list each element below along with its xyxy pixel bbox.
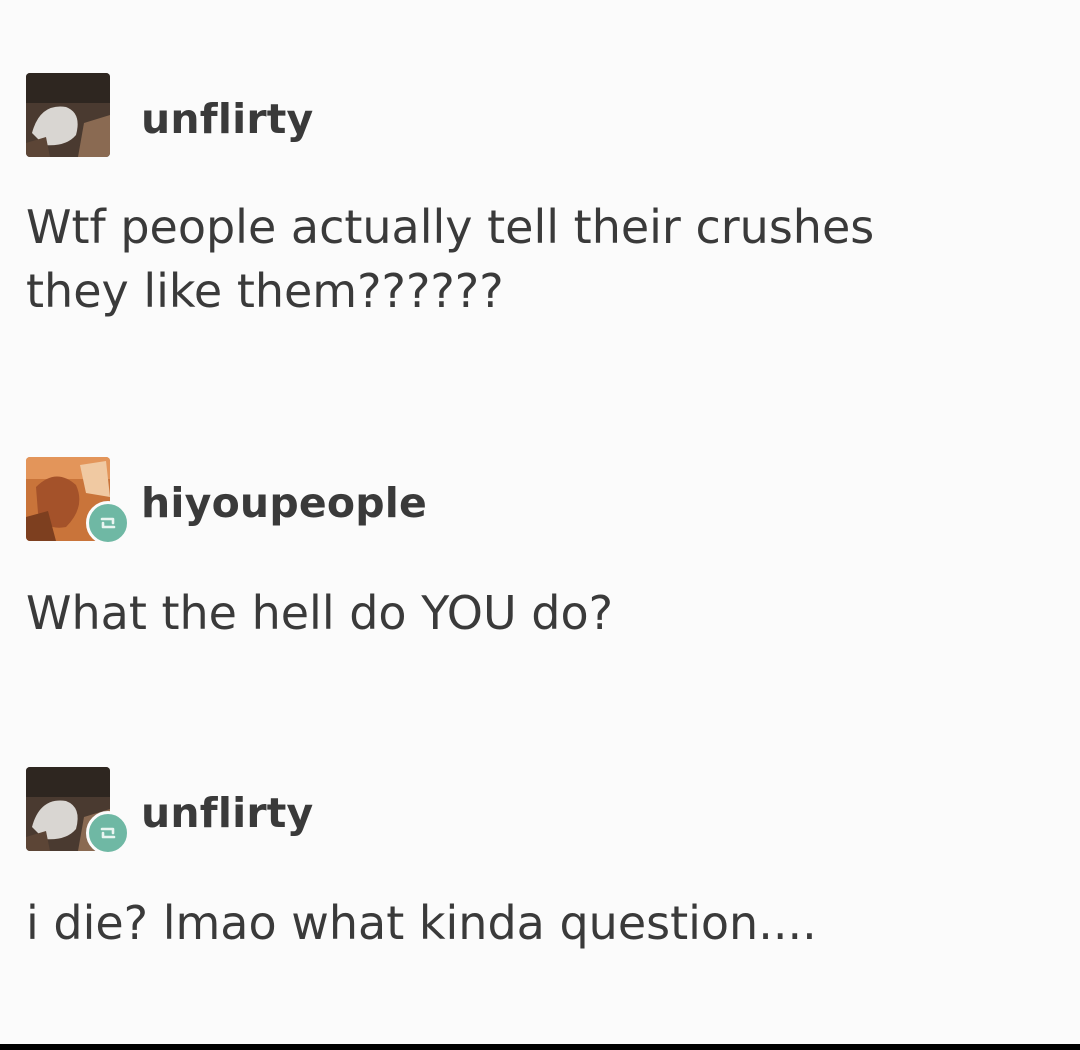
post-text-line: i die? lmao what kinda question.... — [26, 896, 817, 950]
post-header: hiyoupeople — [26, 457, 1056, 545]
post-text-line: they like them?????? — [26, 264, 504, 318]
post: unflirty Wtf people actually tell their … — [26, 73, 1056, 323]
username[interactable]: unflirty — [141, 96, 313, 142]
post-text-line: Wtf people actually tell their crushes — [26, 200, 875, 254]
post-text: Wtf people actually tell their crushes t… — [26, 195, 1056, 323]
reblog-icon — [100, 517, 116, 529]
avatar[interactable] — [26, 73, 110, 157]
reblog-badge — [86, 501, 130, 545]
avatar-image — [26, 73, 110, 157]
bottom-edge — [0, 1044, 1080, 1050]
post: hiyoupeople What the hell do YOU do? — [26, 457, 1056, 645]
username[interactable]: hiyoupeople — [141, 480, 427, 526]
username[interactable]: unflirty — [141, 790, 313, 836]
post-text-line: What the hell do YOU do? — [26, 586, 614, 640]
reblog-badge — [86, 811, 130, 855]
post-text: What the hell do YOU do? — [26, 581, 1056, 645]
post: unflirty i die? lmao what kinda question… — [26, 767, 1056, 955]
reblog-icon — [100, 827, 116, 839]
post-text: i die? lmao what kinda question.... — [26, 891, 1056, 955]
post-header: unflirty — [26, 73, 1056, 159]
post-header: unflirty — [26, 767, 1056, 855]
reblog-thread: unflirty Wtf people actually tell their … — [0, 0, 1080, 1044]
